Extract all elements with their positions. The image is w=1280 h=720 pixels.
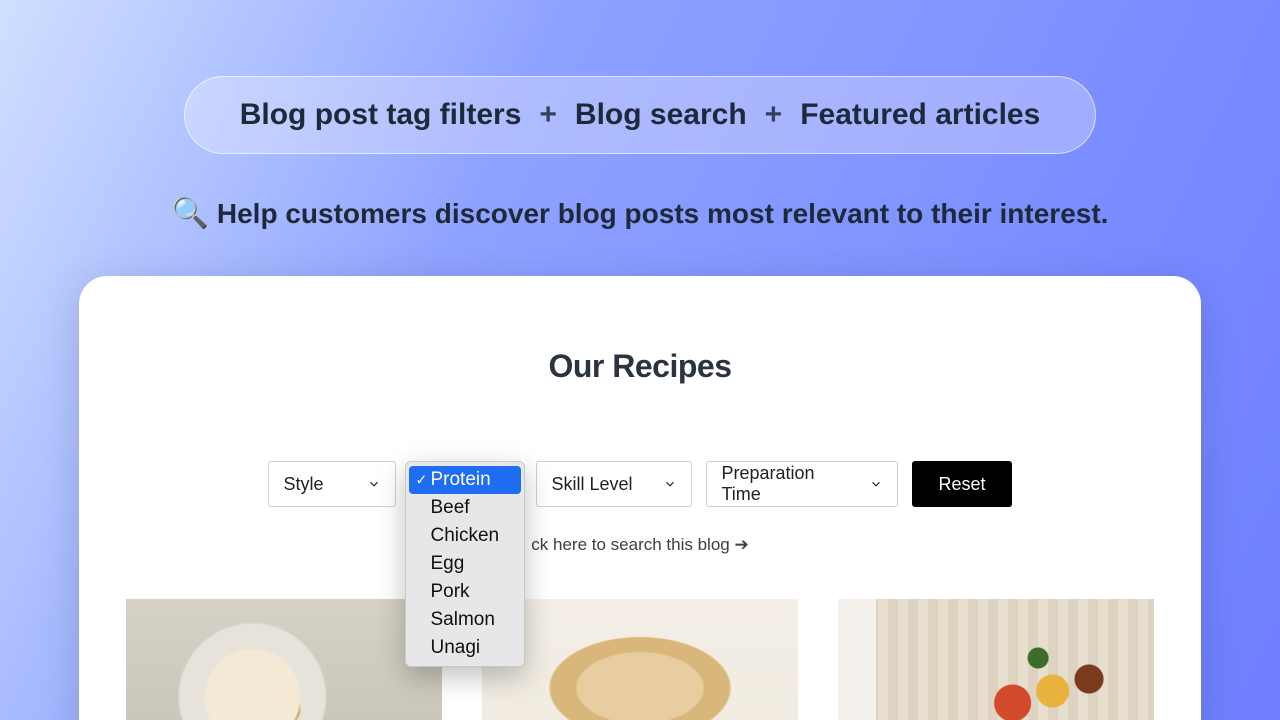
- page-title: Our Recipes: [79, 348, 1201, 385]
- protein-dropdown[interactable]: ✓Protein✓Beef✓Chicken✓Egg✓Pork✓Salmon✓Un…: [405, 461, 525, 667]
- article-card[interactable]: [126, 599, 442, 720]
- dropdown-option[interactable]: ✓Unagi: [406, 634, 524, 662]
- dropdown-option-label: Salmon: [430, 609, 494, 631]
- article-card[interactable]: [482, 599, 798, 720]
- demo-card: Our Recipes Style Skill Level Preparatio…: [79, 276, 1201, 720]
- dropdown-option[interactable]: ✓Salmon: [406, 606, 524, 634]
- preparation-time-select-label: Preparation Time: [721, 463, 851, 505]
- dropdown-option-label: Protein: [430, 469, 490, 491]
- dropdown-option[interactable]: ✓Chicken: [406, 522, 524, 550]
- dropdown-option[interactable]: ✓Protein: [409, 466, 521, 494]
- magnifier-icon: 🔍: [172, 196, 209, 231]
- skill-level-select-label: Skill Level: [551, 474, 632, 495]
- dropdown-option[interactable]: ✓Pork: [406, 578, 524, 606]
- reset-button[interactable]: Reset: [912, 461, 1011, 507]
- dropdown-option-label: Egg: [430, 553, 464, 575]
- dropdown-option-label: Pork: [430, 581, 469, 603]
- chevron-down-icon: [367, 477, 381, 491]
- chevron-down-icon: [869, 477, 883, 491]
- search-hint-text: ck here to search this blog ➔: [531, 535, 748, 554]
- preparation-time-select[interactable]: Preparation Time: [706, 461, 898, 507]
- subheading-text: Help customers discover blog posts most …: [217, 198, 1109, 230]
- style-select[interactable]: Style: [268, 461, 396, 507]
- dropdown-option[interactable]: ✓Beef: [406, 494, 524, 522]
- chevron-down-icon: [663, 477, 677, 491]
- check-icon: ✓: [415, 472, 427, 489]
- dropdown-option-label: Chicken: [430, 525, 499, 547]
- article-card[interactable]: [838, 599, 1154, 720]
- search-hint[interactable]: ck here to search this blog ➔: [79, 535, 1201, 555]
- plus-icon: +: [765, 98, 783, 132]
- banner-part-1: Blog post tag filters: [240, 98, 522, 132]
- dropdown-option[interactable]: ✓Egg: [406, 550, 524, 578]
- filter-bar: Style Skill Level Preparation Time Reset: [79, 461, 1201, 507]
- skill-level-select[interactable]: Skill Level: [536, 461, 692, 507]
- article-thumbnails: [79, 599, 1201, 720]
- style-select-label: Style: [283, 474, 323, 495]
- plus-icon: +: [539, 98, 557, 132]
- banner-part-3: Featured articles: [800, 98, 1040, 132]
- subheading: 🔍 Help customers discover blog posts mos…: [90, 196, 1190, 231]
- feature-banner: Blog post tag filters + Blog search + Fe…: [184, 76, 1096, 154]
- banner-part-2: Blog search: [575, 98, 747, 132]
- dropdown-option-label: Beef: [430, 497, 469, 519]
- dropdown-option-label: Unagi: [430, 637, 480, 659]
